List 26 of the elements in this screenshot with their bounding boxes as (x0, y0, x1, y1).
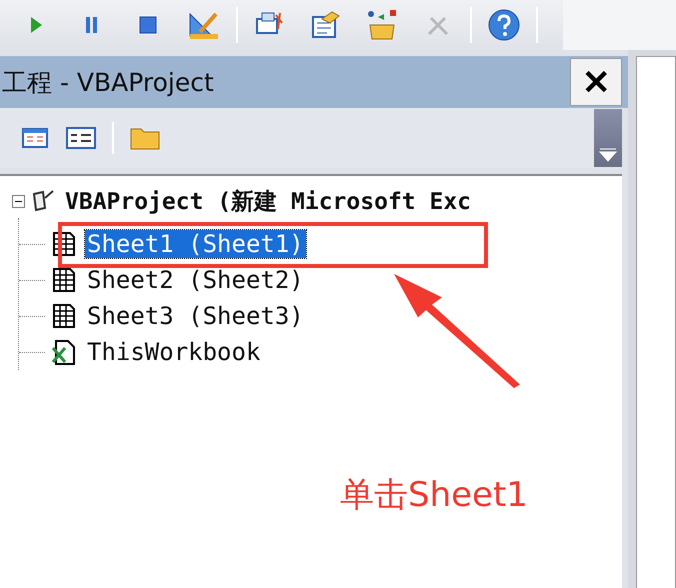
panel-title: 工程 - VBAProject (1, 66, 214, 98)
folder-icon (130, 126, 160, 150)
dropdown-icon (598, 147, 618, 163)
workbook-icon (51, 338, 77, 366)
close-button[interactable]: ✕ (570, 58, 622, 106)
tree-item[interactable]: Sheet1 (Sheet1) (85, 230, 306, 258)
play-icon (28, 15, 44, 35)
properties-icon (310, 9, 342, 41)
pause-icon (84, 15, 100, 35)
code-window-icon (22, 128, 48, 148)
tree-item[interactable]: VBAProject (新建 Microsoft Exc (63, 186, 474, 216)
view-object-button[interactable] (64, 125, 98, 151)
view-code-button[interactable] (20, 126, 50, 150)
toolbar-options-button[interactable] (594, 109, 622, 167)
collapse-toggle[interactable] (12, 194, 25, 208)
sheet-icon (51, 302, 77, 330)
sheet-icon (51, 266, 77, 294)
stop-icon (139, 16, 157, 34)
help-icon (488, 9, 520, 41)
annotation-text: 单击Sheet1 (340, 474, 528, 517)
tree-item[interactable]: Sheet2 (Sheet2) (85, 266, 306, 294)
toolbox-icon (366, 9, 398, 41)
tree-item[interactable]: Sheet3 (Sheet3) (85, 302, 306, 330)
tree-item[interactable]: ThisWorkbook (85, 338, 262, 366)
form-icon (66, 127, 96, 149)
ruler-pencil-icon (188, 10, 220, 40)
